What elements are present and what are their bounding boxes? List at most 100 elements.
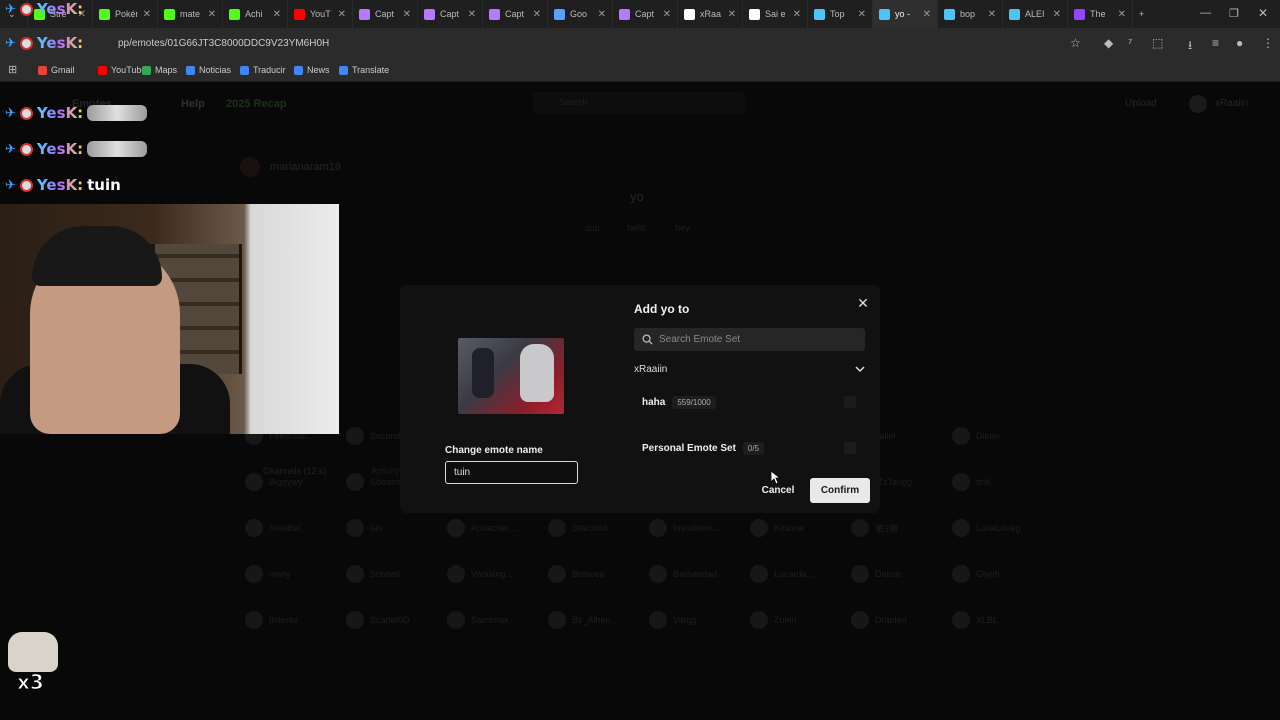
bookmark-item[interactable]: News [294, 65, 330, 75]
tab-close-icon[interactable]: ✕ [403, 9, 411, 20]
browser-tab[interactable]: Capt ✕ [353, 0, 418, 28]
browser-tab[interactable]: Capt ✕ [418, 0, 483, 28]
emote-set-row-personal[interactable]: Personal Emote Set 0/5 [642, 438, 858, 458]
bookmark-label: Translate [352, 65, 390, 75]
emote-set-group-header[interactable]: xRaaiin [634, 362, 865, 376]
emote-set-search[interactable] [634, 328, 865, 351]
tab-close-icon[interactable]: ✕ [533, 9, 541, 20]
feather-icon [489, 8, 500, 20]
pokeball-badge-icon [19, 106, 33, 120]
tab-close-icon[interactable]: ✕ [1053, 9, 1061, 20]
browser-tab[interactable]: Pokémon ✕ [93, 0, 158, 28]
7tv-icon [1009, 8, 1020, 20]
kick-icon [99, 8, 110, 20]
browser-tab[interactable]: Sai e ✕ [743, 0, 808, 28]
news-icon [294, 65, 303, 75]
bookmark-label: Gmail [51, 65, 75, 75]
media-icon[interactable]: ≡ [1212, 36, 1219, 50]
window-close-icon[interactable]: ✕ [1258, 6, 1268, 20]
tab-close-icon[interactable]: ✕ [208, 9, 216, 20]
bookmark-label: Noticias [199, 65, 232, 75]
emote-set-search-input[interactable] [659, 334, 849, 345]
set-count: 0/5 [742, 441, 765, 455]
emote-counter: x3 [17, 670, 45, 695]
url-text[interactable]: pp/emotes/01G66JT3C8000DDC9V23YM6H0H [118, 38, 329, 49]
tab-title: Top [830, 9, 845, 19]
browser-tab[interactable]: xRaa ✕ [678, 0, 743, 28]
tab-title: YouT [310, 9, 331, 19]
browser-tab[interactable]: mate ✕ [158, 0, 223, 28]
tab-close-icon[interactable]: ✕ [988, 9, 996, 20]
browser-tab[interactable]: ALEI ✕ [1003, 0, 1068, 28]
puzzle-icon[interactable]: ⬚ [1152, 36, 1163, 50]
mouse-cursor-icon [771, 471, 781, 485]
youtube-icon [294, 8, 305, 20]
close-icon[interactable]: ✕ [855, 295, 871, 311]
extension-icon[interactable]: ◆ [1104, 36, 1113, 50]
tab-close-icon[interactable]: ✕ [858, 9, 866, 20]
confirm-button[interactable]: Confirm [810, 478, 870, 503]
browser-tab[interactable]: Goo ✕ [548, 0, 613, 28]
tab-close-icon[interactable]: ✕ [468, 9, 476, 20]
tab-title: Capt [440, 9, 460, 19]
tab-title: Goo [570, 9, 588, 19]
chevron-down-icon[interactable] [855, 365, 865, 373]
bookmark-item[interactable]: Gmail [38, 65, 75, 75]
modal-title: Add yo to [634, 302, 690, 316]
bookmark-star-icon[interactable]: ☆ [1070, 36, 1081, 50]
7tv-extension-icon[interactable]: ⁷ [1128, 36, 1132, 50]
download-icon[interactable]: ⭳ [1188, 36, 1192, 57]
bookmark-item[interactable]: Maps [142, 65, 177, 75]
emote-name-input[interactable] [445, 461, 578, 484]
pin-badge-icon: ✈ [5, 177, 16, 193]
browser-tab[interactable]: YouT ✕ [288, 0, 353, 28]
tab-title: ALEI [1025, 9, 1045, 19]
tab-title: Capt [635, 9, 655, 19]
set-checkbox[interactable] [844, 396, 856, 408]
browser-tab[interactable]: yo - ✕ [873, 0, 938, 28]
tab-title: Sai e [765, 9, 786, 19]
tab-close-icon[interactable]: ✕ [338, 9, 346, 20]
tab-close-icon[interactable]: ✕ [728, 9, 736, 20]
set-checkbox[interactable] [844, 442, 856, 454]
emote-set-row-haha[interactable]: haha 559/1000 [642, 392, 858, 412]
tab-close-icon[interactable]: ✕ [598, 9, 606, 20]
minimize-icon[interactable]: — [1200, 7, 1211, 19]
tab-close-icon[interactable]: ✕ [923, 9, 931, 20]
tab-close-icon[interactable]: ✕ [663, 9, 671, 20]
chat-username: YesK: [36, 104, 84, 122]
tab-close-icon[interactable]: ✕ [143, 9, 151, 20]
more-menu-icon[interactable]: ⋮ [1262, 36, 1274, 50]
webcam-beanie [32, 226, 162, 286]
tab-close-icon[interactable]: ✕ [793, 9, 801, 20]
browser-tab[interactable]: Achi ✕ [223, 0, 288, 28]
tab-title: bop [960, 9, 976, 19]
emote-preview-image [458, 338, 564, 414]
pokeball-badge-icon [19, 36, 33, 50]
apps-grid-icon[interactable]: ⊞ [8, 63, 17, 76]
bookmark-item[interactable]: Translate [339, 65, 389, 75]
tab-close-icon[interactable]: ✕ [1118, 9, 1126, 20]
cat-emote-icon [87, 105, 148, 121]
tab-close-icon[interactable]: ✕ [273, 9, 281, 20]
bookmark-item[interactable]: YouTube [98, 65, 146, 75]
set-count: 559/1000 [672, 395, 716, 409]
browser-tab[interactable]: Capt ✕ [613, 0, 678, 28]
cat-emote-icon [8, 632, 58, 672]
change-name-label: Change emote name [445, 445, 543, 456]
7tv-icon [879, 8, 890, 20]
browser-tab[interactable]: bop ✕ [938, 0, 1003, 28]
browser-tab[interactable]: Top ✕ [808, 0, 873, 28]
new-tab-icon[interactable]: + [1133, 0, 1161, 28]
news-icon [186, 65, 195, 75]
bookmark-item[interactable]: Noticias [186, 65, 231, 75]
maximize-icon[interactable]: ❐ [1229, 7, 1239, 20]
bookmark-item[interactable]: Traducir [240, 65, 286, 75]
tab-title: yo - [895, 9, 911, 19]
browser-tab[interactable]: Capt ✕ [483, 0, 548, 28]
browser-tab[interactable]: The ✕ [1068, 0, 1133, 28]
chat-message: ✈ YesK: [5, 104, 148, 122]
kick-icon [164, 8, 175, 20]
pokeball-badge-icon [19, 178, 33, 192]
profile-avatar-icon[interactable]: ● [1236, 36, 1243, 50]
